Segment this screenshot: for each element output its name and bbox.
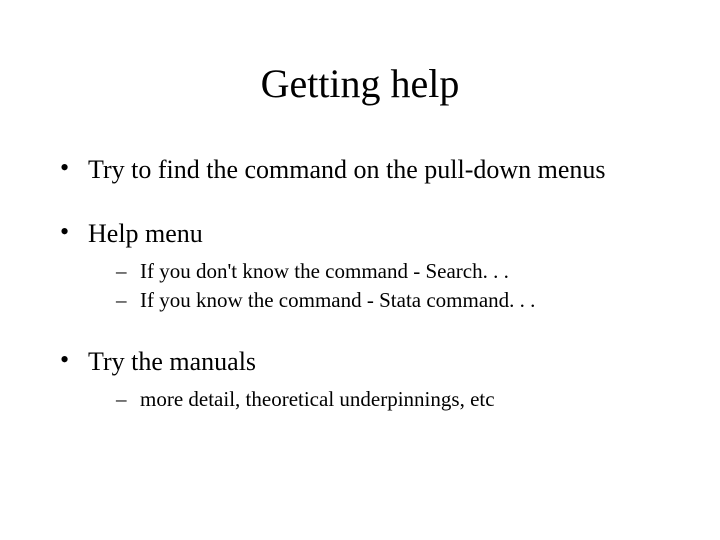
sub-bullet-item: more detail, theoretical underpinnings, … [116, 387, 670, 412]
sub-bullet-text: If you know the command - Stata command.… [140, 288, 535, 312]
slide-title: Getting help [50, 60, 670, 107]
slide: Getting help Try to find the command on … [0, 0, 720, 540]
sub-bullet-text: If you don't know the command - Search. … [140, 259, 509, 283]
bullet-text: Help menu [88, 219, 203, 248]
sub-bullet-item: If you don't know the command - Search. … [116, 259, 670, 284]
bullet-text: Try to find the command on the pull-down… [88, 155, 606, 184]
bullet-item: Try the manuals more detail, theoretical… [60, 347, 670, 412]
sub-bullet-text: more detail, theoretical underpinnings, … [140, 387, 495, 411]
bullet-text: Try the manuals [88, 347, 256, 376]
bullet-list: Try to find the command on the pull-down… [60, 155, 670, 412]
bullet-item: Help menu If you don't know the command … [60, 219, 670, 313]
sub-bullet-list: If you don't know the command - Search. … [116, 259, 670, 313]
sub-bullet-list: more detail, theoretical underpinnings, … [116, 387, 670, 412]
sub-bullet-item: If you know the command - Stata command.… [116, 288, 670, 313]
bullet-item: Try to find the command on the pull-down… [60, 155, 670, 185]
